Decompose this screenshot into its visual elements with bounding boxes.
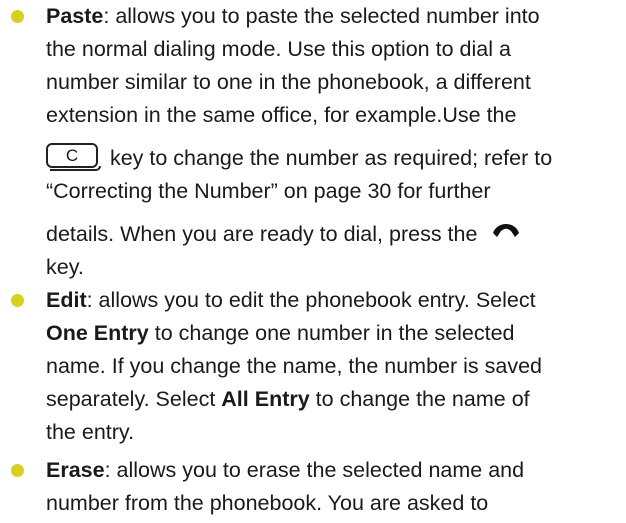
term-all-entry: All Entry [221, 387, 310, 411]
item-text: Paste: allows you to paste the selected … [46, 0, 624, 284]
manual-page: Paste: allows you to paste the selected … [0, 0, 626, 523]
send-handset-icon [491, 216, 521, 249]
text-line: : allows you to paste the selected numbe… [103, 4, 540, 28]
text-line: extension in the same office, for exampl… [46, 103, 517, 127]
text-line: number similar to one in the phonebook, … [46, 70, 531, 94]
bullet-icon [11, 464, 24, 477]
term-one-entry: One Entry [46, 321, 149, 345]
text-line: : allows you to erase the selected name … [104, 458, 525, 482]
text-line: : allows you to edit the phonebook entry… [86, 288, 536, 312]
bullet-icon [11, 294, 24, 307]
text-line: details. When you are ready to dial, pre… [46, 222, 484, 246]
text-line: key. [46, 255, 84, 279]
bullet-icon [11, 10, 24, 23]
c-key-icon: C [46, 142, 101, 171]
item-text: Edit: allows you to edit the phonebook e… [46, 284, 624, 449]
text-line: name. If you change the name, the number… [46, 354, 542, 378]
text-line: the entry. [46, 420, 135, 444]
term-edit: Edit [46, 288, 87, 312]
text-line: key to change the number as required; re… [104, 146, 553, 170]
term-erase: Erase [46, 458, 105, 482]
term-paste: Paste [46, 4, 104, 28]
text-line: to change one number in the selected [148, 321, 515, 345]
c-key-label: C [65, 145, 79, 165]
text-line: number from the phonebook. You are asked… [46, 491, 489, 515]
item-text: Erase: allows you to erase the selected … [46, 454, 624, 520]
text-line: separately. Select [46, 387, 222, 411]
text-line: to change the name of [309, 387, 530, 411]
text-line: “Correcting the Number” on page 30 for f… [46, 179, 491, 203]
text-line: the normal dialing mode. Use this option… [46, 37, 511, 61]
